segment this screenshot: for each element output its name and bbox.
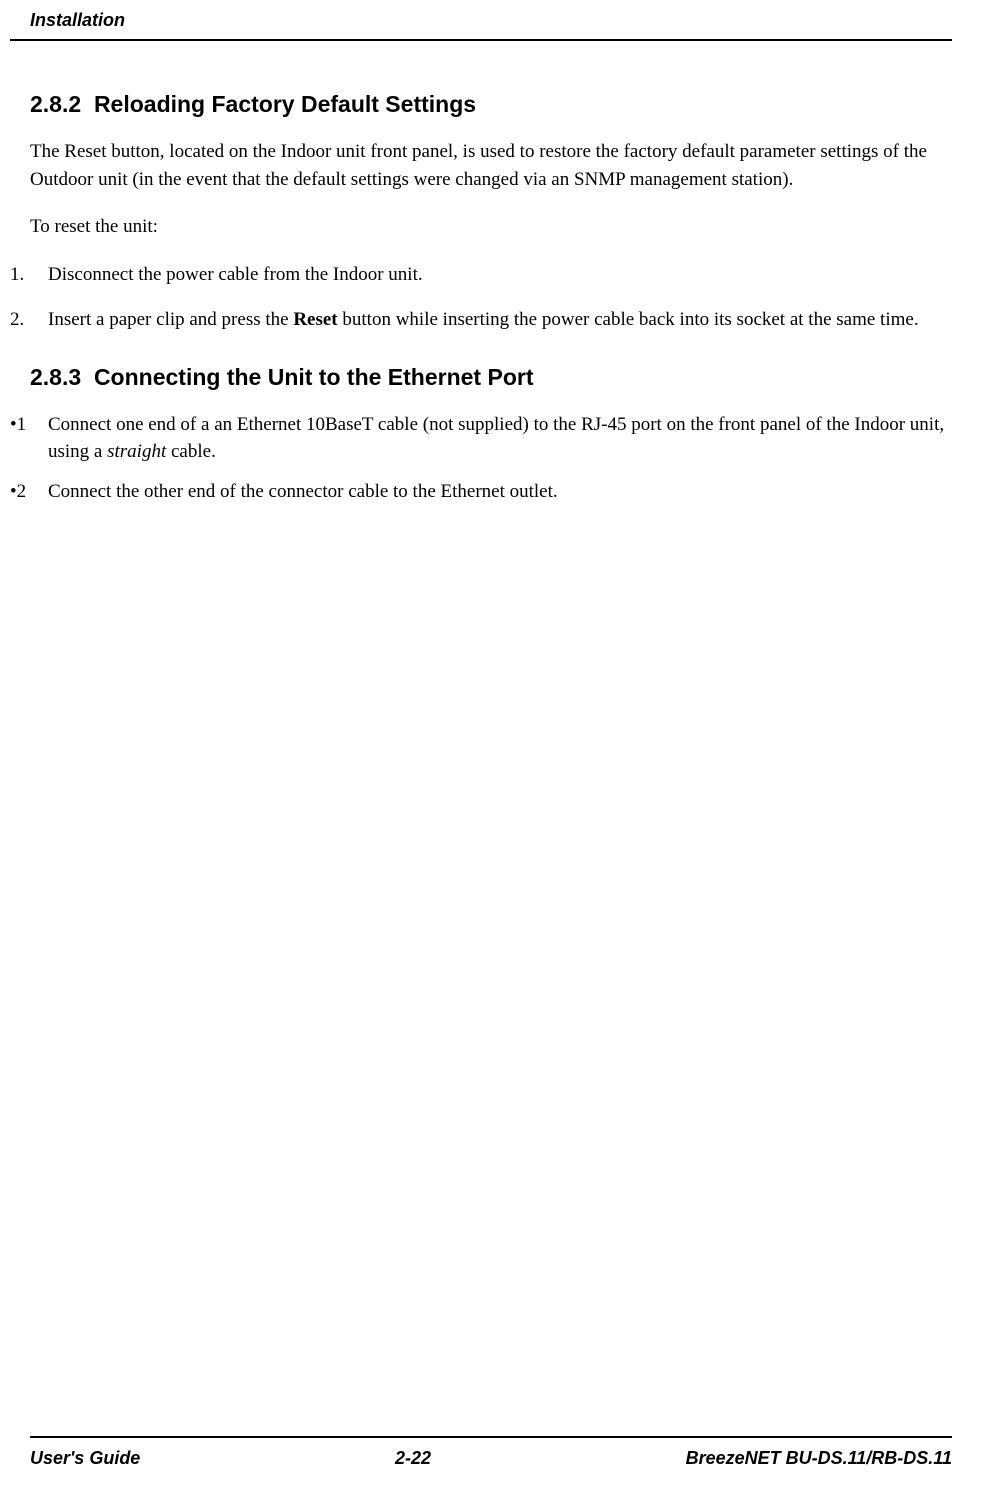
page-content: 2.8.2 Reloading Factory Default Settings… [10, 91, 952, 505]
footer-right: BreezeNET BU-DS.11/RB-DS.11 [686, 1448, 952, 1469]
section-1-intro: The Reset button, located on the Indoor … [30, 138, 952, 193]
bullet-marker-2: •2 [10, 478, 48, 506]
list-text-2: Insert a paper clip and press the Reset … [48, 306, 952, 334]
bullet-text-1-italic: straight [107, 441, 166, 462]
list-text-2-before: Insert a paper clip and press the [48, 309, 293, 330]
section-reloading-factory-defaults: 2.8.2 Reloading Factory Default Settings… [30, 91, 952, 334]
numbered-list: 1. Disconnect the power cable from the I… [10, 261, 952, 334]
section-heading-1: 2.8.2 Reloading Factory Default Settings [30, 91, 952, 118]
section-title-1: Reloading Factory Default Settings [94, 91, 476, 117]
page-container: Installation 2.8.2 Reloading Factory Def… [0, 0, 992, 1499]
section-number-1: 2.8.2 [30, 91, 81, 117]
list-item: •2 Connect the other end of the connecto… [10, 478, 952, 506]
list-text-1: Disconnect the power cable from the Indo… [48, 261, 952, 289]
list-item: •1 Connect one end of a an Ethernet 10Ba… [10, 411, 952, 466]
section-connecting-ethernet: 2.8.3 Connecting the Unit to the Etherne… [30, 364, 952, 506]
list-marker-1: 1. [10, 261, 48, 289]
bullet-text-2: Connect the other end of the connector c… [48, 478, 952, 506]
list-marker-2: 2. [10, 306, 48, 334]
bullet-text-1-after: cable. [166, 441, 216, 462]
bullet-text-1: Connect one end of a an Ethernet 10BaseT… [48, 411, 952, 466]
list-text-2-bold: Reset [293, 309, 337, 330]
section-1-lead: To reset the unit: [30, 213, 952, 241]
section-title-2: Connecting the Unit to the Ethernet Port [94, 364, 534, 390]
footer-center: 2-22 [395, 1448, 431, 1469]
header-title: Installation [30, 10, 952, 31]
page-header: Installation [10, 10, 952, 41]
section-number-2: 2.8.3 [30, 364, 81, 390]
page-footer: User's Guide 2-22 BreezeNET BU-DS.11/RB-… [30, 1436, 952, 1469]
list-item: 2. Insert a paper clip and press the Res… [10, 306, 952, 334]
section-heading-2: 2.8.3 Connecting the Unit to the Etherne… [30, 364, 952, 391]
list-text-2-after: button while inserting the power cable b… [338, 309, 919, 330]
footer-left: User's Guide [30, 1448, 140, 1469]
bulleted-list: •1 Connect one end of a an Ethernet 10Ba… [10, 411, 952, 506]
bullet-marker-1: •1 [10, 411, 48, 466]
list-item: 1. Disconnect the power cable from the I… [10, 261, 952, 289]
